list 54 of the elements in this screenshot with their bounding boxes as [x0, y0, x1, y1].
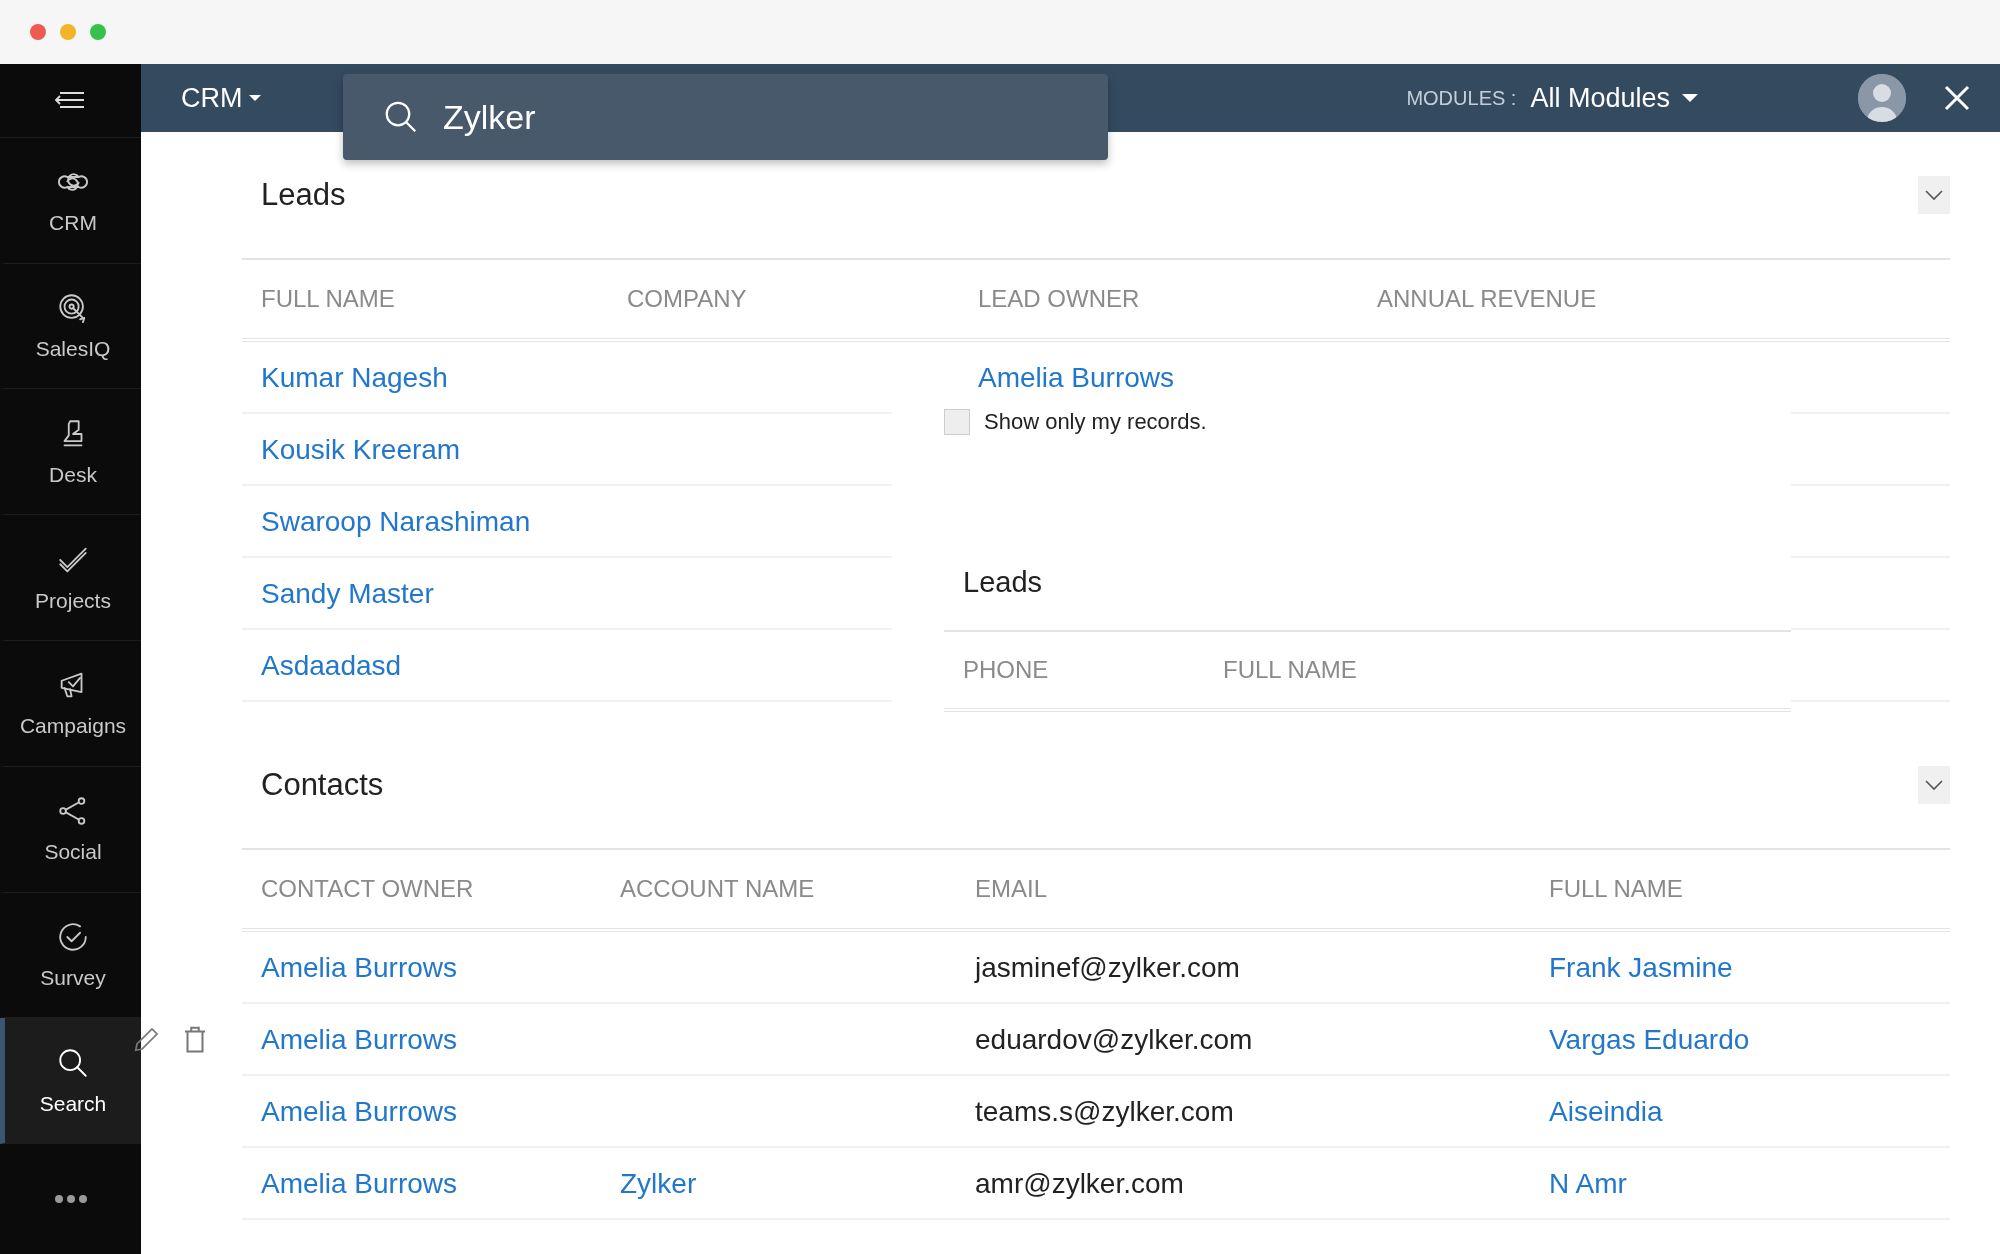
record-link[interactable]: Zylker — [601, 1168, 956, 1200]
avatar-icon[interactable] — [1858, 74, 1906, 122]
record-link[interactable]: Vargas Eduardo — [1530, 1024, 1950, 1056]
chevron-icon — [1924, 189, 1944, 201]
column-header: FULL NAME — [1548, 875, 1684, 903]
section-title: Leads — [260, 177, 346, 213]
column-header: ANNUAL REVENUE — [1376, 285, 1598, 313]
table-cell-text: eduardov@zylker.com — [974, 1024, 1254, 1056]
record-link[interactable]: Amelia Burrows — [242, 1096, 601, 1128]
close-icon — [1944, 85, 1970, 111]
modules-dropdown[interactable]: All Modules — [1530, 82, 1698, 114]
column-header: FULL NAME — [260, 285, 396, 313]
sidebar-item[interactable]: Social — [0, 766, 141, 893]
collapse-toggle[interactable] — [1918, 766, 1950, 804]
table-cell-text: amr@zylker.com — [974, 1168, 1185, 1200]
close-button[interactable] — [1944, 85, 1970, 111]
section-title: Contacts — [260, 767, 384, 803]
zoom-window-button[interactable] — [90, 24, 106, 40]
modules-label: MODULES : — [1406, 86, 1517, 110]
close-window-button[interactable] — [30, 24, 46, 40]
table-cell-text: jasminef@zylker.com — [973, 952, 1241, 984]
search-icon — [383, 99, 419, 135]
delete-button[interactable] — [182, 1024, 208, 1054]
collapse-toggle[interactable] — [1918, 176, 1950, 214]
checkbox[interactable] — [944, 409, 970, 435]
sidebar-item[interactable]: CRM — [0, 137, 141, 264]
column-header: ACCOUNT NAME — [619, 875, 816, 903]
column-header: COMPANY — [626, 285, 748, 313]
chevron-icon — [1924, 779, 1944, 791]
table-cell-text: teams.s@zylker.com — [974, 1096, 1235, 1128]
popup-title: Leads — [944, 562, 1791, 632]
record-link[interactable]: Amelia Burrows — [959, 362, 1358, 394]
column-header: FULL NAME — [1222, 656, 1358, 684]
record-link[interactable]: Aiseindia — [1530, 1096, 1950, 1128]
minimize-window-button[interactable] — [60, 24, 76, 40]
record-link[interactable]: N Amr — [1530, 1168, 1950, 1200]
record-link[interactable]: Asdaadasd — [242, 650, 608, 682]
app-menu-dropdown[interactable]: CRM — [181, 82, 261, 114]
record-link[interactable]: Amelia Burrows — [242, 952, 601, 984]
more-dots-icon — [53, 1194, 88, 1205]
column-header: EMAIL — [974, 875, 1049, 903]
record-link[interactable]: Sandy Master — [242, 578, 608, 610]
trash-icon — [182, 1024, 208, 1054]
checkbox-label: Show only my records. — [984, 409, 1207, 435]
search-field[interactable]: Zylker — [343, 74, 1108, 160]
record-link[interactable]: Swaroop Narashiman — [242, 506, 608, 538]
record-link[interactable]: Amelia Burrows — [242, 1024, 601, 1056]
column-header: CONTACT OWNER — [260, 875, 475, 903]
record-link[interactable]: Kumar Nagesh — [242, 362, 608, 394]
record-link[interactable]: Frank Jasmine — [1530, 952, 1950, 984]
column-header: LEAD OWNER — [977, 285, 1141, 313]
record-link[interactable]: Amelia Burrows — [242, 1168, 601, 1200]
record-link[interactable]: Kousik Kreeram — [242, 434, 608, 466]
column-header: PHONE — [962, 656, 1050, 684]
